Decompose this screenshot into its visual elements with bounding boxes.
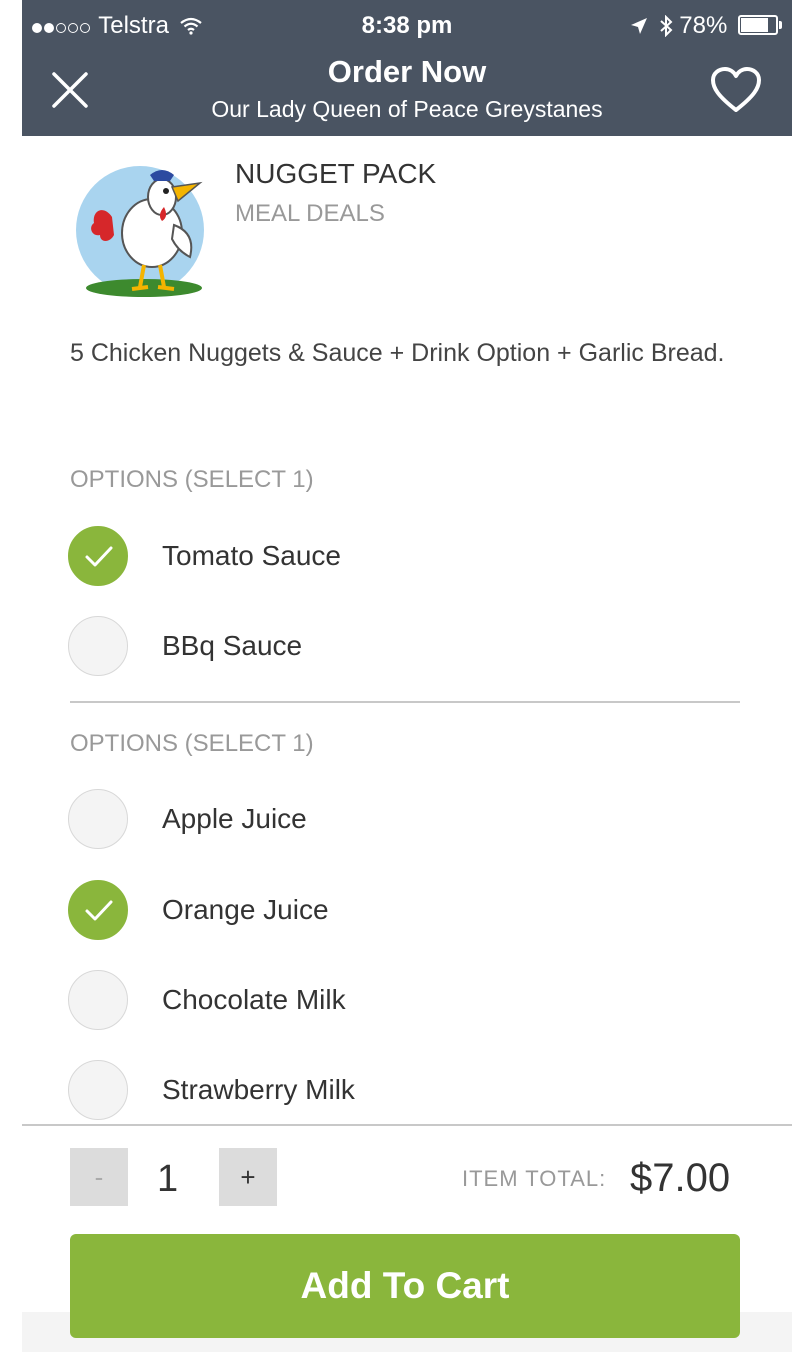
quantity-value: 1 xyxy=(157,1158,179,1200)
option-group-title-drink: OPTIONS (SELECT 1) xyxy=(70,730,314,757)
item-total-label: ITEM TOTAL: xyxy=(462,1166,607,1191)
check-icon xyxy=(85,546,113,567)
item-category: MEAL DEALS xyxy=(235,200,385,227)
check-icon xyxy=(85,900,113,921)
page-subtitle: Our Lady Queen of Peace Greystanes xyxy=(211,96,603,122)
option-label: Tomato Sauce xyxy=(162,540,341,571)
radio-checked[interactable] xyxy=(68,526,128,586)
status-bar: Telstra 8:38 pm 78% xyxy=(22,0,792,50)
radio-unchecked[interactable] xyxy=(68,789,128,849)
option-bbq-sauce[interactable]: BBq Sauce xyxy=(68,616,748,680)
option-orange-juice[interactable]: Orange Juice xyxy=(68,880,748,944)
option-strawberry-milk[interactable]: Strawberry Milk xyxy=(68,1060,748,1124)
increase-quantity-button[interactable]: + xyxy=(219,1148,277,1206)
decrease-quantity-button[interactable]: - xyxy=(70,1148,128,1206)
battery-icon xyxy=(738,15,782,35)
option-label: Strawberry Milk xyxy=(162,1074,355,1105)
status-right: 78% xyxy=(630,12,782,40)
app-frame: Telstra 8:38 pm 78% Order Now Our Lady Q… xyxy=(22,0,792,1352)
option-label: Apple Juice xyxy=(162,803,307,834)
option-chocolate-milk[interactable]: Chocolate Milk xyxy=(68,970,748,1034)
item-image xyxy=(76,166,204,297)
heart-icon[interactable] xyxy=(710,66,762,114)
radio-checked[interactable] xyxy=(68,880,128,940)
location-arrow-icon xyxy=(630,18,647,34)
bluetooth-icon xyxy=(659,14,673,38)
item-name: NUGGET PACK xyxy=(235,158,437,189)
option-group-title-sauce: OPTIONS (SELECT 1) xyxy=(70,466,314,493)
add-to-cart-button[interactable]: Add To Cart xyxy=(70,1234,740,1338)
option-label: Chocolate Milk xyxy=(162,984,346,1015)
battery-percent: 78% xyxy=(679,12,728,39)
item-total-value: $7.00 xyxy=(630,1156,731,1200)
radio-unchecked[interactable] xyxy=(68,970,128,1030)
option-apple-juice[interactable]: Apple Juice xyxy=(68,789,748,853)
option-label: BBq Sauce xyxy=(162,630,303,661)
option-tomato-sauce[interactable]: Tomato Sauce xyxy=(68,526,748,590)
page-title: Order Now xyxy=(327,54,487,89)
divider xyxy=(70,701,740,703)
option-label: Orange Juice xyxy=(162,894,329,925)
item-description: 5 Chicken Nuggets & Sauce + Drink Option… xyxy=(70,339,725,367)
header: Telstra 8:38 pm 78% Order Now Our Lady Q… xyxy=(22,0,792,136)
radio-unchecked[interactable] xyxy=(68,616,128,676)
radio-unchecked[interactable] xyxy=(68,1060,128,1120)
